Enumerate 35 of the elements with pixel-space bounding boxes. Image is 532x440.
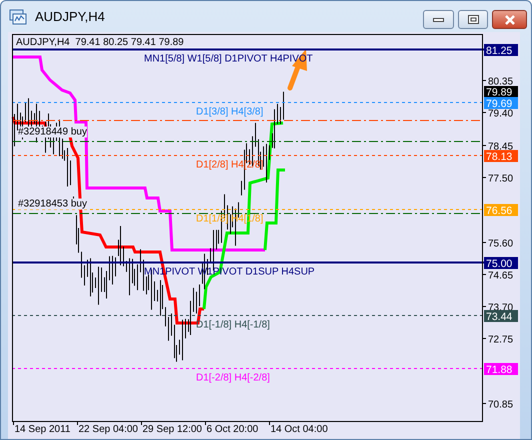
close-icon [504,14,516,24]
axis-label: 22 Sep 04:00 [78,424,138,435]
order-label: #32918453 buy [18,198,87,210]
level-label: D1[-2/8] H4[-2/8] [196,372,270,384]
axis-label: 6 Oct 20:00 [206,424,258,435]
price-tag: 78.13 [484,150,518,163]
price-tag: 71.88 [484,363,518,376]
maximize-button[interactable] [458,10,488,29]
axis-label: 72.75 [488,334,514,346]
axis-label: 74.65 [488,270,514,282]
price-tag: 75.00 [484,257,518,270]
axis-label: 78.45 [488,142,514,152]
axis-label: 77.50 [488,174,514,184]
maximize-icon [468,15,478,24]
axis-label: 14 Sep 2011 [14,424,70,435]
axis-label: 79.40 [488,108,514,120]
axis-label: 80.35 [488,76,514,88]
axis-label: 70.85 [488,400,514,410]
level-label: D1[3/8] H4[3/8] [196,106,264,118]
price-tag: 81.25 [484,44,518,57]
price-tag: 79.69 [484,97,518,110]
axis-label: 14 Oct 04:00 [270,424,328,435]
axis-label: 75.60 [488,238,514,250]
level-label: D1[-1/8] H4[-1/8] [196,320,270,330]
close-button[interactable] [492,10,527,29]
chart-window-icon [9,8,27,24]
price-tag: 73.44 [484,310,518,323]
axis-label: 29 Sep 12:00 [142,424,202,435]
order-label: #32918449 buy [18,126,87,138]
price-tag: 76.56 [484,204,518,217]
minimize-icon [433,18,444,22]
price-tag: 79.89 [484,86,518,98]
ohlc-info: AUDJPY,H4 79.41 80.25 79.41 79.89 [16,37,184,48]
window-title: AUDJPY,H4 [35,8,106,26]
minimize-button[interactable] [423,10,454,29]
